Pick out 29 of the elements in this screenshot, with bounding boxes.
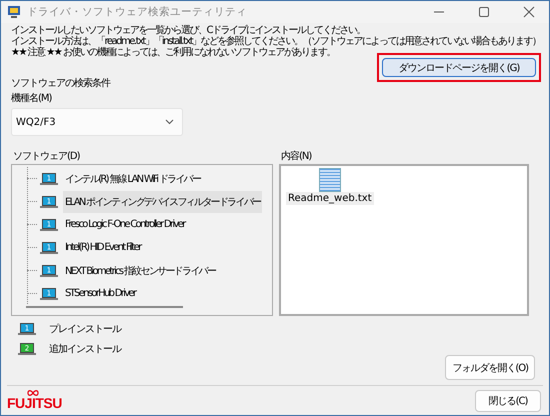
close-button[interactable]: 閉じる(C) bbox=[475, 390, 541, 412]
download-page-button[interactable]: ダウンロードページを開く(G) bbox=[382, 58, 536, 77]
software-item[interactable]: ELAN ポインティングデバイスフィルタードライバー bbox=[63, 190, 262, 212]
software-item[interactable]: Intel(R) HID Event Filter bbox=[63, 238, 143, 257]
window-title: ドライバ・ソフトウェア検索ユーティリティ bbox=[27, 5, 247, 19]
infinity-icon bbox=[27, 390, 39, 396]
close-icon[interactable] bbox=[523, 6, 535, 18]
legend-label: プレインストール bbox=[49, 322, 121, 336]
monitor-icon bbox=[7, 5, 21, 19]
software-item[interactable]: STSensorHub Driver bbox=[63, 284, 138, 303]
legend-label: 追加インストール bbox=[49, 342, 121, 356]
scrollbar-thumb[interactable] bbox=[26, 306, 183, 308]
contents-label: 内容(N) bbox=[281, 150, 312, 162]
model-label: 機種名(M) bbox=[11, 92, 52, 105]
instruction-text: ★★ 注意 ★★ お使いの機種によっては、ご利用になれないソフトウェアがあります。 bbox=[11, 47, 335, 58]
instruction-text: インストール方法は、「readme.txt」「install.txt」などを参照してください。（ソフトウェアによっては用意されていない場合もあります） bbox=[11, 36, 541, 47]
file-name[interactable]: Readme_web.txt bbox=[286, 192, 374, 205]
open-folder-button[interactable]: フォルダを開く(O) bbox=[445, 355, 535, 380]
maximize-icon[interactable] bbox=[478, 6, 490, 18]
brand-logo: FUJITSU bbox=[7, 395, 62, 411]
text-file-icon[interactable] bbox=[318, 168, 341, 192]
model-dropdown[interactable]: WQ2/F3 bbox=[11, 108, 183, 136]
software-item[interactable]: NEXT Biometrics 指紋センサードライバー bbox=[63, 260, 218, 282]
search-conditions-heading: ソフトウェアの検索条件 bbox=[11, 76, 112, 90]
instruction-text: インストールしたいソフトウェアを一覧から選び、Cドライブにインストールしてください。 bbox=[11, 25, 365, 36]
software-item[interactable]: Fresco Logic F-One Controller Driver bbox=[63, 215, 187, 234]
software-label: ソフトウェア(D) bbox=[13, 150, 81, 162]
chevron-down-icon bbox=[165, 119, 174, 125]
software-item[interactable]: インテル(R) 無線 LAN WiFi ドライバー bbox=[63, 168, 202, 190]
